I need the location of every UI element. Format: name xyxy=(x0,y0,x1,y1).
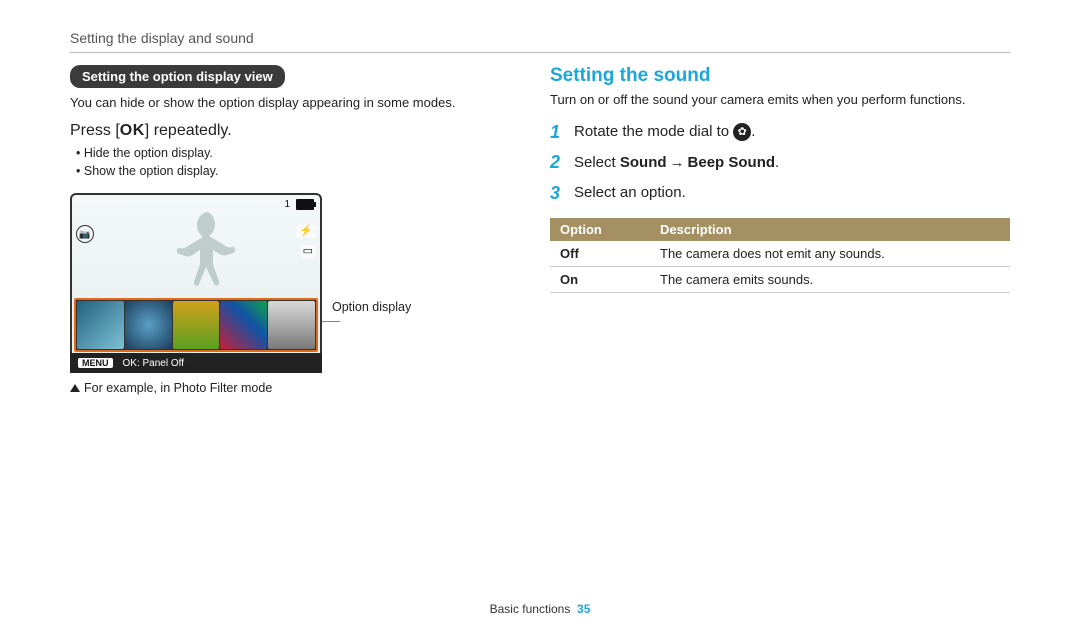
gear-icon: ✿ xyxy=(733,123,751,141)
options-table: Option Description Off The camera does n… xyxy=(550,218,1010,293)
press-pre: Press [ xyxy=(70,122,120,139)
filter-thumb xyxy=(268,301,315,349)
preview-wrap: 1 ⚡ ▭ 📷 xyxy=(70,193,500,373)
table-header-row: Option Description xyxy=(550,218,1010,241)
resolution-icon: ▭ xyxy=(300,245,316,258)
step-text: Select Sound→Beep Sound. xyxy=(574,150,779,176)
hud-count: 1 xyxy=(284,199,290,210)
battery-icon xyxy=(296,199,314,210)
filter-thumb xyxy=(125,301,172,349)
page-number: 35 xyxy=(577,602,590,616)
step-text-post: . xyxy=(775,154,779,171)
option-cell: Off xyxy=(550,241,650,267)
lcd-status-bar: MENU OK: Panel Off xyxy=(70,353,322,373)
legend: For example, in Photo Filter mode xyxy=(70,381,500,395)
bullet-list: Hide the option display. Show the option… xyxy=(76,144,500,182)
right-column: Setting the sound Turn on or off the sou… xyxy=(550,65,1010,408)
option-cell: On xyxy=(550,267,650,293)
filter-thumb xyxy=(77,301,124,349)
step-item: 2 Select Sound→Beep Sound. xyxy=(550,147,1010,178)
camera-mode-icon: 📷 xyxy=(76,225,94,243)
filter-thumb xyxy=(220,301,267,349)
legend-text: For example, in Photo Filter mode xyxy=(84,381,272,395)
step-text-pre: Select xyxy=(574,154,620,171)
breadcrumb: Setting the display and sound xyxy=(70,30,1010,46)
filter-thumb xyxy=(173,301,220,349)
table-row: Off The camera does not emit any sounds. xyxy=(550,241,1010,267)
step-number: 3 xyxy=(550,178,564,209)
subsection-pill: Setting the option display view xyxy=(70,65,285,88)
intro-text: Turn on or off the sound your camera emi… xyxy=(550,91,1010,109)
press-post: ] repeatedly. xyxy=(145,122,232,139)
bold-beep-sound: Beep Sound xyxy=(688,154,776,171)
columns: Setting the option display view You can … xyxy=(70,65,1010,408)
col-description: Description xyxy=(650,218,1010,241)
ok-key-label: OK xyxy=(120,122,145,139)
list-item: Show the option display. xyxy=(76,162,500,181)
flash-icon: ⚡ xyxy=(296,225,316,238)
camera-preview: 1 ⚡ ▭ 📷 xyxy=(70,193,322,373)
footer-section: Basic functions xyxy=(490,602,571,616)
lcd-frame: 1 ⚡ ▭ 📷 xyxy=(70,193,322,373)
step-text-post: . xyxy=(751,123,755,140)
triangle-up-icon xyxy=(70,384,80,392)
desc-cell: The camera emits sounds. xyxy=(650,267,1010,293)
divider xyxy=(70,52,1010,53)
callout-line xyxy=(322,321,340,322)
step-text-pre: Rotate the mode dial to xyxy=(574,123,733,140)
hud: 1 xyxy=(284,199,314,210)
table-row: On The camera emits sounds. xyxy=(550,267,1010,293)
desc-cell: The camera does not emit any sounds. xyxy=(650,241,1010,267)
step-item: 3 Select an option. xyxy=(550,178,1010,209)
press-instruction: Press [OK] repeatedly. xyxy=(70,122,500,140)
panel-off-label: OK: Panel Off xyxy=(123,358,185,369)
steps-list: 1 Rotate the mode dial to ✿. 2 Select So… xyxy=(550,117,1010,209)
bold-sound: Sound xyxy=(620,154,667,171)
arrow-right-icon: → xyxy=(670,154,685,171)
callout-label: Option display xyxy=(332,300,411,314)
subject-silhouette-icon xyxy=(145,203,265,303)
step-number: 1 xyxy=(550,117,564,148)
step-item: 1 Rotate the mode dial to ✿. xyxy=(550,117,1010,148)
step-text: Select an option. xyxy=(574,180,686,206)
intro-text: You can hide or show the option display … xyxy=(70,94,500,112)
left-column: Setting the option display view You can … xyxy=(70,65,500,408)
footer: Basic functions 35 xyxy=(0,602,1080,616)
list-item: Hide the option display. xyxy=(76,144,500,163)
step-number: 2 xyxy=(550,147,564,178)
section-heading: Setting the sound xyxy=(550,65,1010,87)
option-display-strip xyxy=(74,298,318,352)
col-option: Option xyxy=(550,218,650,241)
page: Setting the display and sound Setting th… xyxy=(0,0,1080,630)
step-text: Rotate the mode dial to ✿. xyxy=(574,119,755,145)
menu-key-label: MENU xyxy=(78,358,113,368)
